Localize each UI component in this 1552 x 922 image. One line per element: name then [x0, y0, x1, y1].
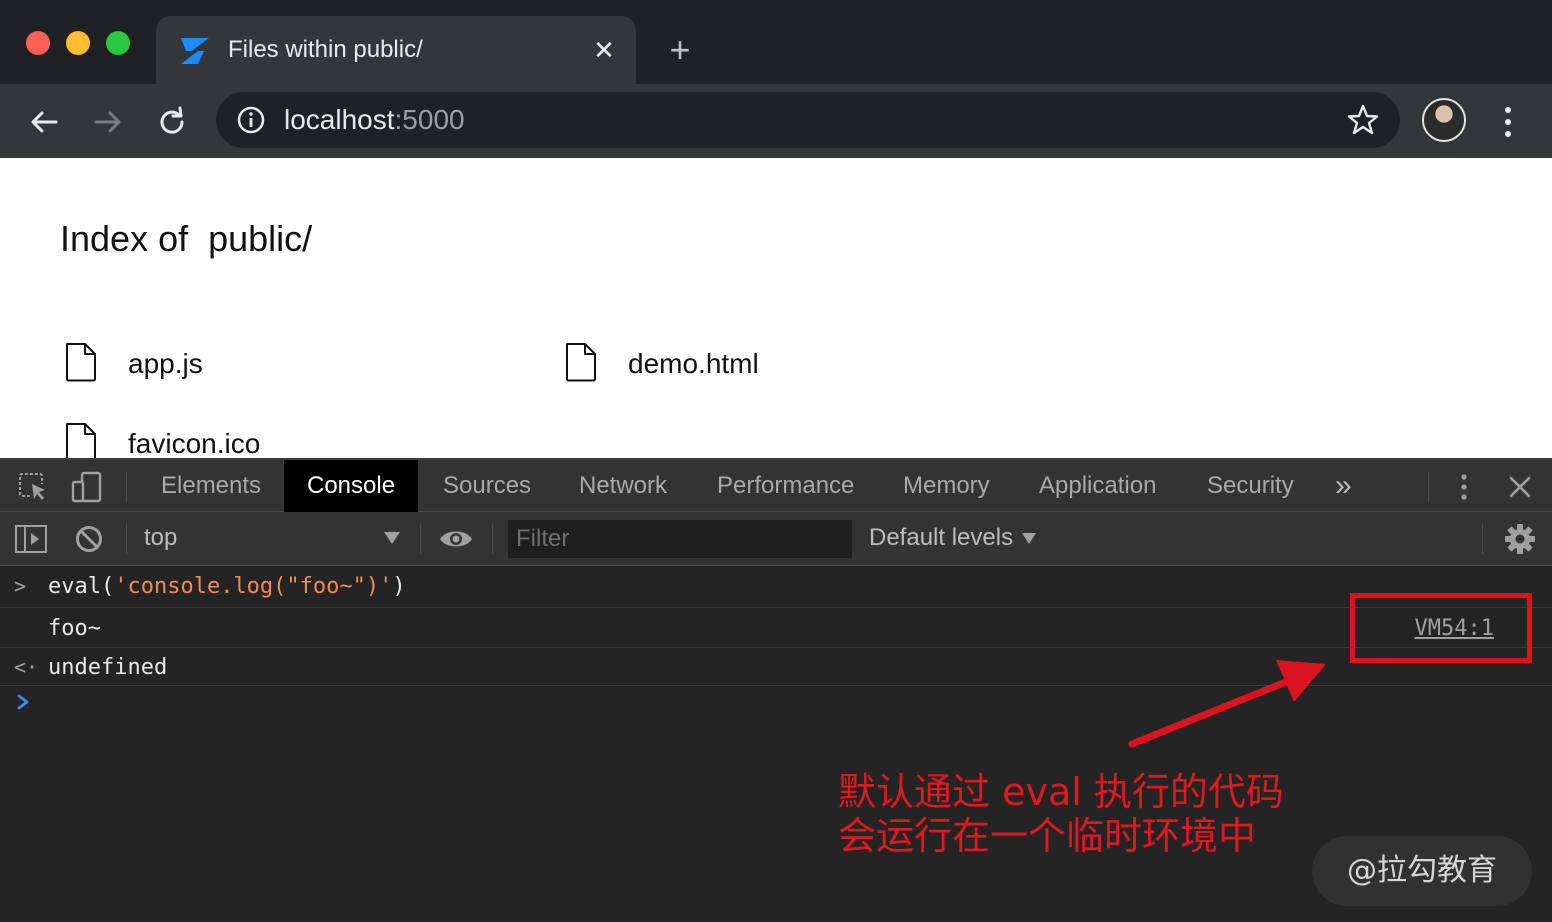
- show-sidebar-icon[interactable]: [14, 524, 48, 554]
- command-fn: eval(: [48, 574, 115, 599]
- tab-console[interactable]: Console: [284, 460, 419, 512]
- console-log-line: foo~ VM54:1: [0, 608, 1552, 648]
- browser-tab[interactable]: Files within public/ ✕: [156, 16, 636, 84]
- file-name[interactable]: favicon.ico: [128, 428, 260, 458]
- file-link-app-js[interactable]: app.js: [64, 342, 284, 392]
- execution-context-select[interactable]: top: [144, 524, 177, 552]
- url-text: localhost:5000: [284, 104, 465, 136]
- file-link-favicon-ico[interactable]: favicon.ico: [64, 422, 304, 458]
- more-menu-icon[interactable]: [1494, 102, 1522, 142]
- toolbar-divider: [420, 524, 421, 554]
- tab-application[interactable]: Application: [1016, 460, 1179, 512]
- toolbar-divider: [126, 524, 127, 554]
- log-message: foo~: [48, 616, 101, 641]
- command-arg: 'console.log("foo~")': [114, 574, 393, 599]
- address-bar[interactable]: localhost:5000: [216, 92, 1400, 148]
- browser-toolbar: localhost:5000: [0, 84, 1552, 158]
- file-name[interactable]: app.js: [128, 348, 203, 380]
- device-toolbar-icon[interactable]: [70, 470, 104, 504]
- window-minimize-button[interactable]: [66, 31, 90, 55]
- file-name[interactable]: demo.html: [628, 348, 759, 380]
- console-result-line: <· undefined: [0, 648, 1552, 686]
- tab-performance[interactable]: Performance: [694, 460, 877, 512]
- new-tab-button[interactable]: +: [664, 32, 696, 68]
- file-icon: [566, 343, 596, 382]
- tab-sources[interactable]: Sources: [420, 460, 554, 512]
- back-arrow-icon[interactable]: [24, 102, 64, 142]
- close-devtools-icon[interactable]: [1506, 473, 1534, 501]
- clear-console-icon[interactable]: [74, 524, 104, 554]
- annotation-line-2: 会运行在一个临时环境中: [838, 814, 1257, 858]
- annotation-highlight-box: [1350, 593, 1532, 663]
- window-maximize-button[interactable]: [106, 31, 130, 55]
- console-filter-input[interactable]: [508, 520, 852, 558]
- close-tab-button[interactable]: ✕: [590, 36, 618, 64]
- console-prompt[interactable]: [14, 688, 38, 716]
- reload-icon[interactable]: [152, 102, 192, 142]
- tab-memory[interactable]: Memory: [880, 460, 1013, 512]
- profile-avatar[interactable]: [1422, 98, 1466, 142]
- file-icon: [66, 343, 96, 382]
- tab-title: Files within public/: [228, 36, 423, 63]
- input-chevron-icon: >: [14, 574, 27, 598]
- page-title: Index of public/: [60, 218, 313, 259]
- console-command: eval('console.log("foo~")'): [48, 574, 406, 599]
- file-link-demo-html[interactable]: demo.html: [564, 342, 824, 392]
- window-close-button[interactable]: [26, 31, 50, 55]
- command-close: ): [392, 574, 406, 599]
- devtools-tab-bar: Elements Console Sources Network Perform…: [0, 458, 1552, 512]
- result-value: undefined: [48, 655, 168, 680]
- tab-network[interactable]: Network: [556, 460, 690, 512]
- url-host: localhost: [284, 104, 395, 135]
- log-levels-dropdown[interactable]: Default levels: [869, 524, 1013, 552]
- tab-strip: Files within public/ ✕ +: [0, 0, 1552, 84]
- bookmark-star-icon[interactable]: [1346, 103, 1380, 137]
- page-viewport: Index of public/ app.js demo.html favico…: [0, 158, 1552, 458]
- gear-icon[interactable]: [1504, 523, 1536, 555]
- watermark: @拉勾教育: [1312, 836, 1532, 906]
- info-icon[interactable]: [236, 105, 266, 135]
- inspect-element-icon[interactable]: [18, 472, 48, 502]
- annotation-line-1: 默认通过 eval 执行的代码: [838, 770, 1284, 814]
- devtools-menu-icon[interactable]: [1452, 472, 1476, 502]
- tab-elements[interactable]: Elements: [138, 460, 284, 512]
- forward-arrow-icon[interactable]: [88, 102, 128, 142]
- toolbar-divider: [492, 524, 493, 554]
- zeit-logo-icon: [181, 38, 209, 64]
- result-arrow-icon: <·: [14, 655, 39, 679]
- toolbar-divider: [1482, 524, 1483, 554]
- tab-security[interactable]: Security: [1184, 460, 1317, 512]
- file-icon: [66, 423, 96, 458]
- toolbar-divider: [1428, 472, 1429, 502]
- toolbar-divider: [126, 472, 127, 502]
- prompt-chevron-icon: [17, 694, 29, 710]
- url-port: :5000: [394, 104, 465, 135]
- chevron-down-icon[interactable]: [1022, 533, 1036, 544]
- annotation-text: 默认通过 eval 执行的代码 会运行在一个临时环境中: [838, 770, 1284, 858]
- live-expression-eye-icon[interactable]: [438, 526, 474, 552]
- console-input-line: > eval('console.log("foo~")'): [0, 566, 1552, 608]
- more-tabs-button[interactable]: »: [1312, 460, 1375, 512]
- chevron-down-icon[interactable]: [384, 532, 400, 544]
- console-toolbar: top Default levels: [0, 512, 1552, 566]
